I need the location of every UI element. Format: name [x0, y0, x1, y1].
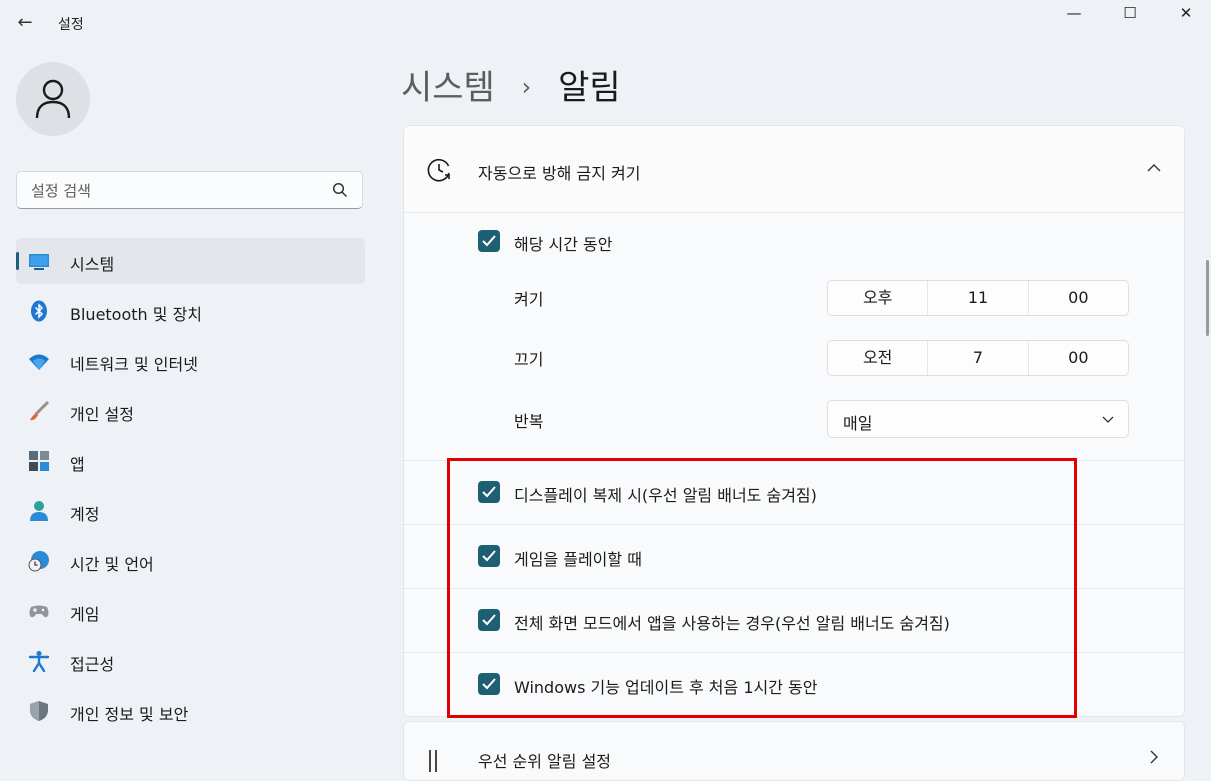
maximize-button[interactable]: ☐ [1102, 0, 1158, 26]
on-time-period[interactable]: 오후 [828, 281, 927, 315]
on-time-label: 켜기 [514, 290, 544, 309]
sidebar-item-personalization[interactable]: 개인 설정 [16, 388, 365, 434]
sidebar-item-bluetooth[interactable]: Bluetooth 및 장치 [16, 288, 365, 334]
during-hours-checkbox[interactable] [478, 230, 500, 252]
accessibility-icon [28, 651, 50, 672]
repeat-value: 매일 [843, 414, 873, 433]
on-time-hour[interactable]: 11 [927, 281, 1027, 315]
on-time-minute[interactable]: 00 [1027, 281, 1128, 315]
repeat-label: 반복 [514, 412, 544, 431]
globe-clock-icon [28, 551, 49, 572]
shield-icon [30, 701, 48, 721]
wifi-icon [29, 354, 49, 370]
auto-dnd-title: 자동으로 방해 금지 켜기 [478, 164, 641, 183]
sidebar-item-apps[interactable]: 앱 [16, 438, 365, 484]
apps-icon [29, 451, 49, 471]
check-icon [482, 235, 496, 247]
account-icon [30, 501, 48, 521]
avatar[interactable] [16, 62, 90, 136]
sidebar-item-label: 네트워크 및 인터넷 [70, 355, 198, 374]
brush-icon [30, 400, 50, 421]
gamepad-icon [29, 605, 49, 618]
priority-notifications-title: 우선 순위 알림 설정 [478, 752, 612, 771]
sidebar-item-label: 앱 [70, 455, 85, 474]
sidebar-item-system[interactable]: 시스템 [16, 238, 365, 284]
sidebar-item-time-language[interactable]: 시간 및 언어 [16, 538, 365, 584]
sidebar-item-accessibility[interactable]: 접근성 [16, 638, 365, 684]
sidebar-item-label: 게임 [70, 605, 100, 624]
chevron-right-icon [1150, 750, 1158, 764]
sidebar-item-privacy[interactable]: 개인 정보 및 보안 [16, 688, 365, 734]
breadcrumb-separator: › [521, 73, 532, 101]
sidebar-item-network[interactable]: 네트워크 및 인터넷 [16, 338, 365, 384]
settings-search-input[interactable]: 설정 검색 [16, 171, 363, 209]
sidebar-item-label: 계정 [70, 505, 100, 524]
breadcrumb-parent[interactable]: 시스템 [401, 68, 495, 108]
app-title: 설정 [58, 17, 84, 33]
minimize-button[interactable]: — [1046, 0, 1102, 26]
title-bar: ← 설정 — ☐ ✕ [0, 0, 1211, 46]
during-hours-label: 해당 시간 동안 [514, 235, 613, 254]
chevron-up-icon[interactable] [1146, 160, 1162, 176]
sidebar-item-label: 개인 설정 [70, 405, 134, 424]
sidebar-item-accounts[interactable]: 계정 [16, 488, 365, 534]
sidebar-nav: 시스템 Bluetooth 및 장치 네트워크 및 인터넷 개인 설정 앱 계정… [16, 238, 365, 738]
sidebar-item-label: 시스템 [70, 255, 115, 274]
auto-dnd-header[interactable]: 자동으로 방해 금지 켜기 [404, 126, 1184, 213]
close-button[interactable]: ✕ [1158, 0, 1211, 26]
clock-icon [427, 158, 450, 182]
highlight-box [447, 458, 1077, 718]
priority-icon [429, 750, 437, 772]
on-time-picker[interactable]: 오후 11 00 [827, 280, 1129, 316]
sidebar-item-label: 접근성 [70, 655, 115, 674]
search-icon [332, 182, 348, 198]
page-title: 알림 [558, 68, 621, 108]
chevron-down-icon [1102, 416, 1114, 423]
sidebar-item-gaming[interactable]: 게임 [16, 588, 365, 634]
off-time-hour[interactable]: 7 [927, 341, 1027, 375]
sidebar-item-label: 개인 정보 및 보안 [70, 705, 189, 724]
scrollbar-thumb[interactable] [1206, 260, 1209, 336]
off-time-label: 끄기 [514, 350, 544, 369]
off-time-period[interactable]: 오전 [828, 341, 927, 375]
user-icon [35, 79, 71, 119]
breadcrumb: 시스템 › 알림 [401, 60, 621, 109]
sidebar-item-label: Bluetooth 및 장치 [70, 305, 203, 324]
off-time-minute[interactable]: 00 [1027, 341, 1128, 375]
off-time-picker[interactable]: 오전 7 00 [827, 340, 1129, 376]
back-button[interactable]: ← [14, 12, 36, 34]
search-placeholder: 설정 검색 [31, 182, 91, 200]
sidebar-item-label: 시간 및 언어 [70, 555, 154, 574]
priority-notifications-card[interactable]: 우선 순위 알림 설정 [403, 721, 1185, 781]
bluetooth-icon [31, 300, 47, 322]
repeat-dropdown[interactable]: 매일 [827, 400, 1129, 438]
system-icon [29, 254, 49, 270]
